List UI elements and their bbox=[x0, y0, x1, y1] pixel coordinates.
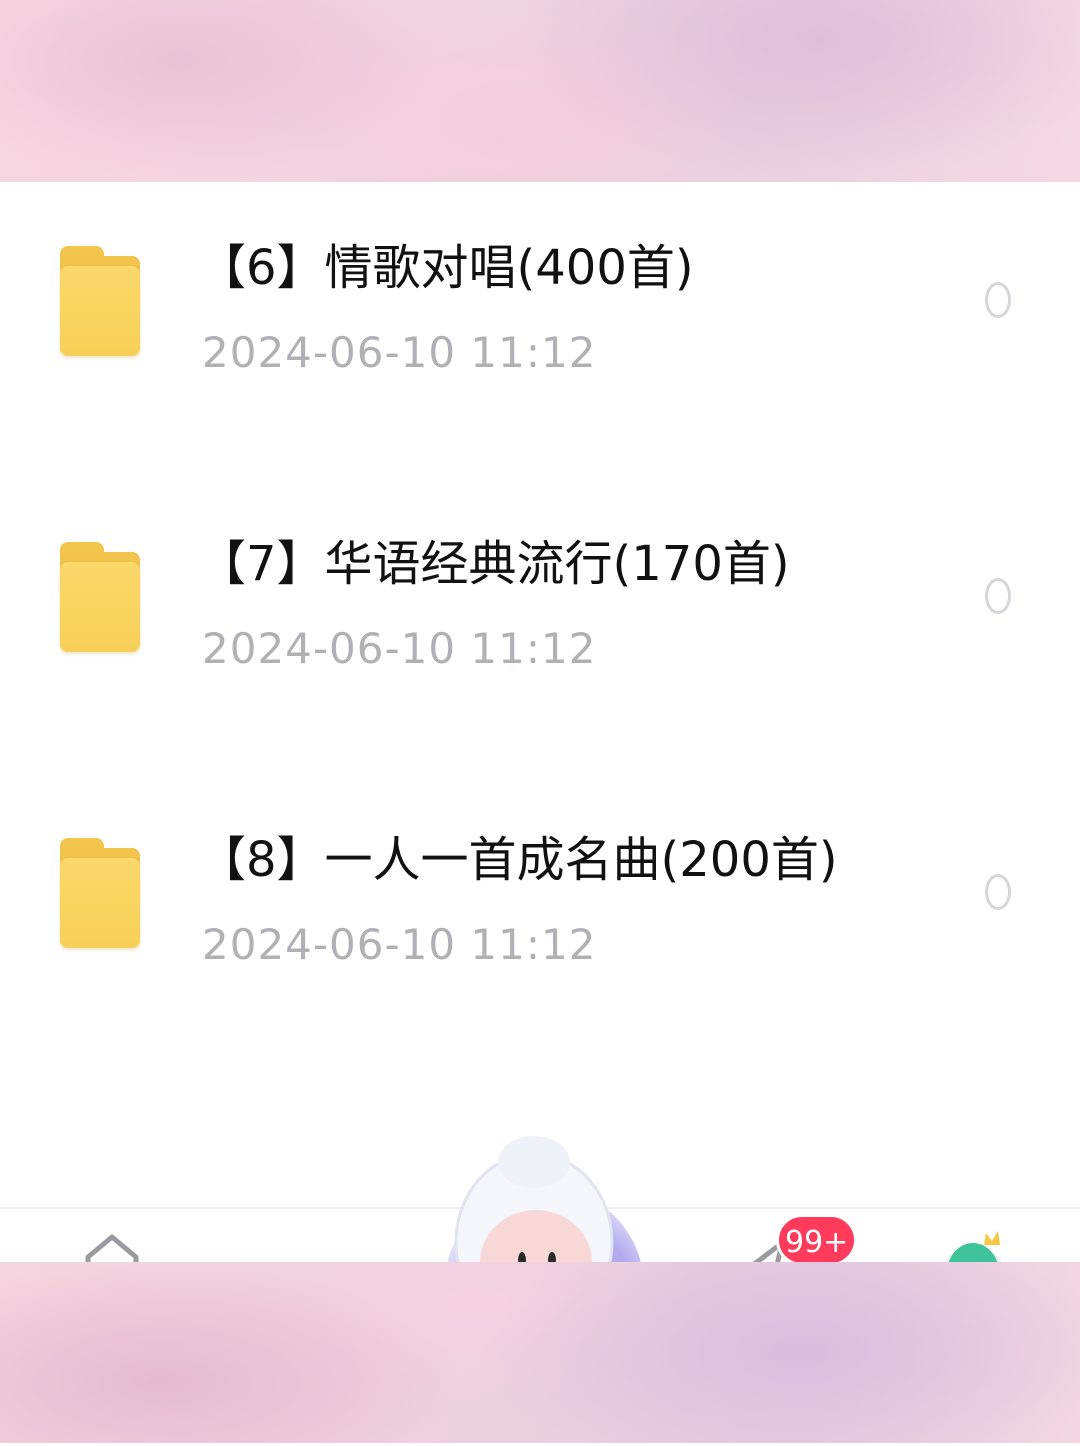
select-radio[interactable] bbox=[985, 282, 1011, 318]
file-list-panel: 【6】情歌对唱(400首) 2024-06-10 11:12 【7】华语经典流行… bbox=[0, 182, 1080, 1446]
file-name: 【7】华语经典流行(170首) bbox=[198, 536, 790, 592]
folder-icon bbox=[60, 542, 142, 654]
background-bottom bbox=[0, 1262, 1080, 1443]
select-radio[interactable] bbox=[985, 874, 1011, 910]
file-row[interactable]: 【8】一人一首成名曲(200首) 2024-06-10 11:12 bbox=[0, 774, 1080, 1070]
file-row[interactable]: 【6】情歌对唱(400首) 2024-06-10 11:12 bbox=[0, 182, 1080, 478]
select-radio[interactable] bbox=[985, 578, 1011, 614]
file-row[interactable]: 【7】华语经典流行(170首) 2024-06-10 11:12 bbox=[0, 478, 1080, 774]
notification-badge: 99+ bbox=[776, 1214, 858, 1266]
file-date: 2024-06-10 11:12 bbox=[202, 920, 597, 969]
file-name: 【8】一人一首成名曲(200首) bbox=[198, 832, 838, 888]
folder-icon bbox=[60, 838, 142, 950]
background-top bbox=[0, 0, 1080, 182]
file-date: 2024-06-10 11:12 bbox=[202, 328, 597, 377]
file-date: 2024-06-10 11:12 bbox=[202, 624, 597, 673]
folder-icon bbox=[60, 246, 142, 358]
file-name: 【6】情歌对唱(400首) bbox=[198, 240, 694, 296]
